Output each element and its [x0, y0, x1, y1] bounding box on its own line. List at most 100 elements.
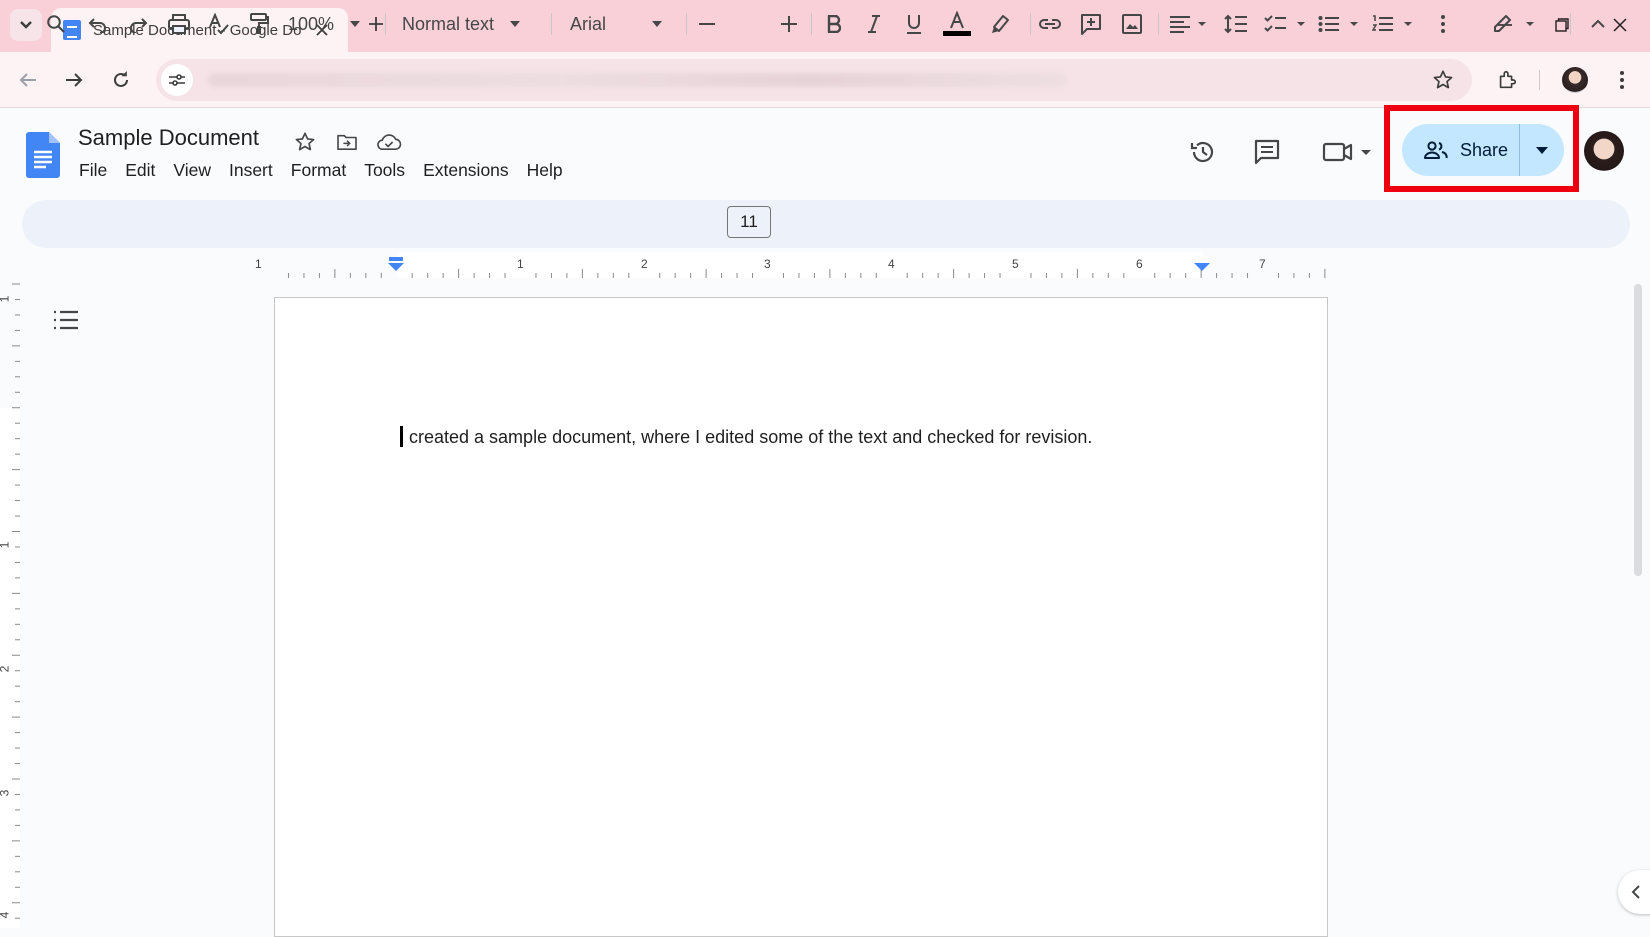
menu-extensions[interactable]: Extensions	[414, 158, 518, 184]
caret-down-icon	[350, 21, 361, 27]
forward-icon[interactable]	[57, 63, 91, 97]
formatting-toolbar	[22, 200, 1630, 248]
menu-file[interactable]: File	[70, 158, 116, 184]
vertical-scrollbar[interactable]	[1634, 284, 1642, 576]
cloud-saved-icon[interactable]	[376, 129, 402, 155]
paint-format-icon[interactable]	[245, 9, 273, 39]
font-value: Arial	[570, 13, 607, 34]
account-avatar[interactable]	[1584, 131, 1624, 171]
text-cursor	[400, 426, 403, 447]
toolbar-divider	[551, 13, 552, 35]
ruler-label: 4	[0, 912, 11, 919]
ruler-label: 6	[1136, 257, 1143, 271]
decrease-font-size-icon[interactable]	[696, 9, 718, 39]
highlight-icon[interactable]	[986, 9, 1014, 39]
image-icon[interactable]	[1118, 9, 1146, 39]
toolbar-divider	[811, 13, 812, 35]
collapse-toolbar-icon[interactable]	[1584, 9, 1612, 39]
menu-view[interactable]: View	[164, 158, 220, 184]
ruler-label: 7	[1259, 257, 1266, 271]
caret-down-icon	[652, 21, 663, 27]
toolbar-divider	[1158, 13, 1159, 35]
comments-icon[interactable]	[1250, 135, 1284, 169]
chevron-down-icon	[20, 21, 32, 29]
paragraph-style-select[interactable]: Normal text	[402, 9, 534, 39]
browser-menu-icon[interactable]	[1605, 63, 1639, 97]
document-body[interactable]: created a sample document, where I edite…	[400, 426, 1092, 448]
move-folder-icon[interactable]	[334, 129, 360, 155]
ruler-label: 1	[0, 296, 11, 303]
document-title[interactable]: Sample Document	[78, 125, 259, 151]
more-options-icon[interactable]	[1436, 9, 1450, 39]
meet-video-icon[interactable]	[1320, 135, 1376, 169]
line-spacing-icon[interactable]	[1222, 9, 1250, 39]
ruler-label: 4	[888, 257, 895, 271]
link-icon[interactable]	[1036, 9, 1064, 39]
share-label: Share	[1460, 139, 1509, 160]
ruler-label: 2	[0, 666, 11, 673]
add-comment-icon[interactable]	[1077, 9, 1105, 39]
ruler-label: 2	[641, 257, 648, 271]
font-size-input[interactable]: 11	[727, 206, 771, 238]
font-select[interactable]: Arial	[570, 9, 670, 39]
url-text-obscured	[208, 73, 1068, 87]
browser-toolbar	[0, 52, 1650, 108]
star-icon[interactable]	[292, 129, 318, 155]
menu-edit[interactable]: Edit	[116, 158, 164, 184]
horizontal-ruler[interactable]: 1 1 2 3 4 5 6 7	[255, 252, 1330, 278]
profile-avatar[interactable]	[1562, 67, 1588, 93]
bullet-list-icon[interactable]	[1318, 9, 1364, 39]
spellcheck-icon[interactable]	[205, 9, 233, 39]
increase-font-size-icon[interactable]	[778, 9, 800, 39]
vertical-ruler[interactable]: 1 1 2 3 4	[0, 278, 20, 928]
bookmark-star-icon[interactable]	[1428, 65, 1458, 95]
caret-down-icon	[1536, 146, 1548, 154]
share-button[interactable]: Share	[1402, 124, 1564, 176]
text-color-icon[interactable]	[942, 9, 972, 39]
menu-bar: File Edit View Insert Format Tools Exten…	[70, 158, 572, 184]
toolbar-divider	[686, 13, 687, 35]
ruler-label: 1	[517, 257, 524, 271]
checklist-icon[interactable]	[1264, 9, 1310, 39]
chevron-left-icon	[1631, 885, 1640, 899]
ruler-label: 1	[0, 542, 11, 549]
menu-help[interactable]: Help	[518, 158, 572, 184]
underline-icon[interactable]	[900, 9, 928, 39]
tab-search-button[interactable]	[10, 9, 42, 41]
ruler-label: 3	[764, 257, 771, 271]
bold-icon[interactable]	[820, 9, 848, 39]
ruler-label: 1	[255, 257, 262, 271]
docs-logo-icon[interactable]	[26, 132, 60, 178]
undo-icon[interactable]	[84, 9, 112, 39]
version-history-icon[interactable]	[1186, 135, 1220, 169]
toolbar-divider	[385, 13, 386, 35]
site-settings-icon[interactable]	[161, 64, 193, 96]
extensions-icon[interactable]	[1490, 63, 1524, 97]
people-icon	[1424, 141, 1448, 159]
zoom-select[interactable]: 100%	[288, 9, 368, 39]
reload-icon[interactable]	[104, 63, 138, 97]
share-main-button[interactable]: Share	[1402, 124, 1520, 176]
align-icon[interactable]	[1168, 9, 1210, 39]
address-bar[interactable]	[156, 59, 1472, 101]
restore-icon[interactable]	[1547, 10, 1577, 40]
numbered-list-icon[interactable]	[1372, 9, 1418, 39]
toolbar-divider	[1539, 70, 1540, 90]
redo-icon[interactable]	[124, 9, 152, 39]
share-dropdown[interactable]	[1520, 124, 1564, 176]
italic-icon[interactable]	[860, 9, 888, 39]
editing-mode-icon[interactable]	[1492, 9, 1540, 39]
menu-tools[interactable]: Tools	[355, 158, 414, 184]
search-icon[interactable]	[42, 9, 70, 39]
ruler-label: 3	[0, 790, 11, 797]
print-icon[interactable]	[165, 9, 193, 39]
document-page[interactable]: created a sample document, where I edite…	[274, 297, 1328, 937]
side-panel-toggle[interactable]	[1618, 870, 1650, 914]
toolbar-divider	[1030, 13, 1031, 35]
ruler-label: 5	[1012, 257, 1019, 271]
document-outline-icon[interactable]	[50, 306, 82, 334]
menu-insert[interactable]: Insert	[220, 158, 282, 184]
menu-format[interactable]: Format	[282, 158, 355, 184]
back-icon[interactable]	[11, 63, 45, 97]
paragraph-style-value: Normal text	[402, 13, 495, 34]
